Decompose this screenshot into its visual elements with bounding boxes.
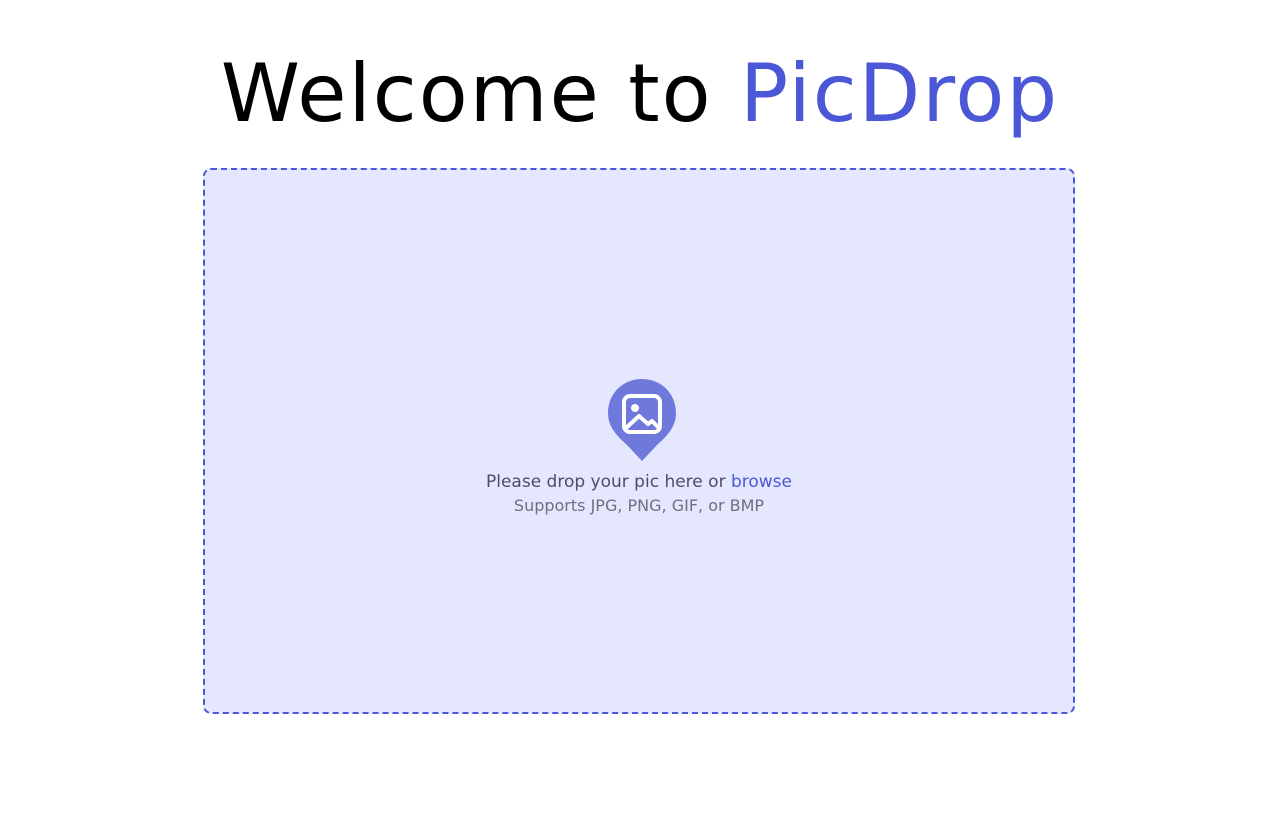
- image-pin-icon: [608, 379, 676, 461]
- page: Welcome to PicDrop Please drop your pic …: [0, 0, 1280, 832]
- title-prefix: Welcome to: [220, 47, 713, 140]
- drop-prompt: Please drop your pic here or browse: [205, 470, 1073, 494]
- page-title: Welcome to PicDrop: [0, 42, 1280, 146]
- supported-formats-text: Supports JPG, PNG, GIF, or BMP: [513, 496, 765, 515]
- file-dropzone[interactable]: Please drop your pic here or browse Supp…: [203, 168, 1075, 714]
- title-brand: PicDrop: [739, 47, 1060, 140]
- browse-link[interactable]: browse: [731, 472, 792, 492]
- drop-prompt-text: Please drop your pic here or: [485, 472, 726, 492]
